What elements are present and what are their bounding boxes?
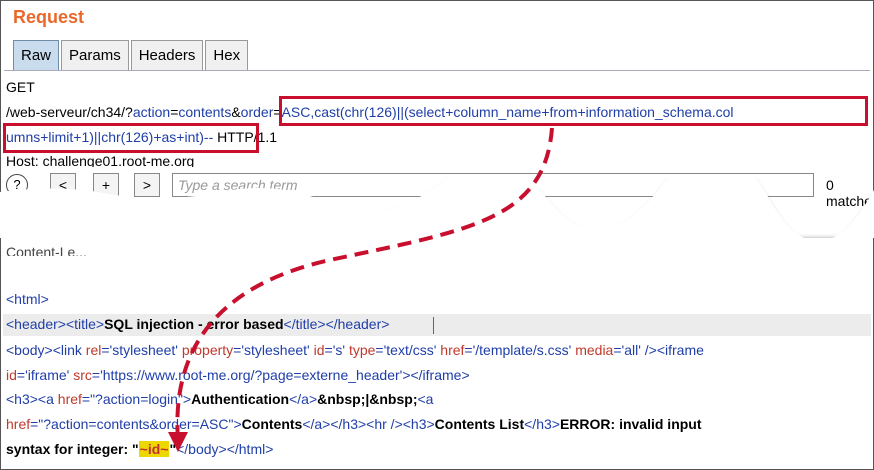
payload-to-result-arrow [168,127,554,452]
arrow-head-icon [168,432,188,452]
